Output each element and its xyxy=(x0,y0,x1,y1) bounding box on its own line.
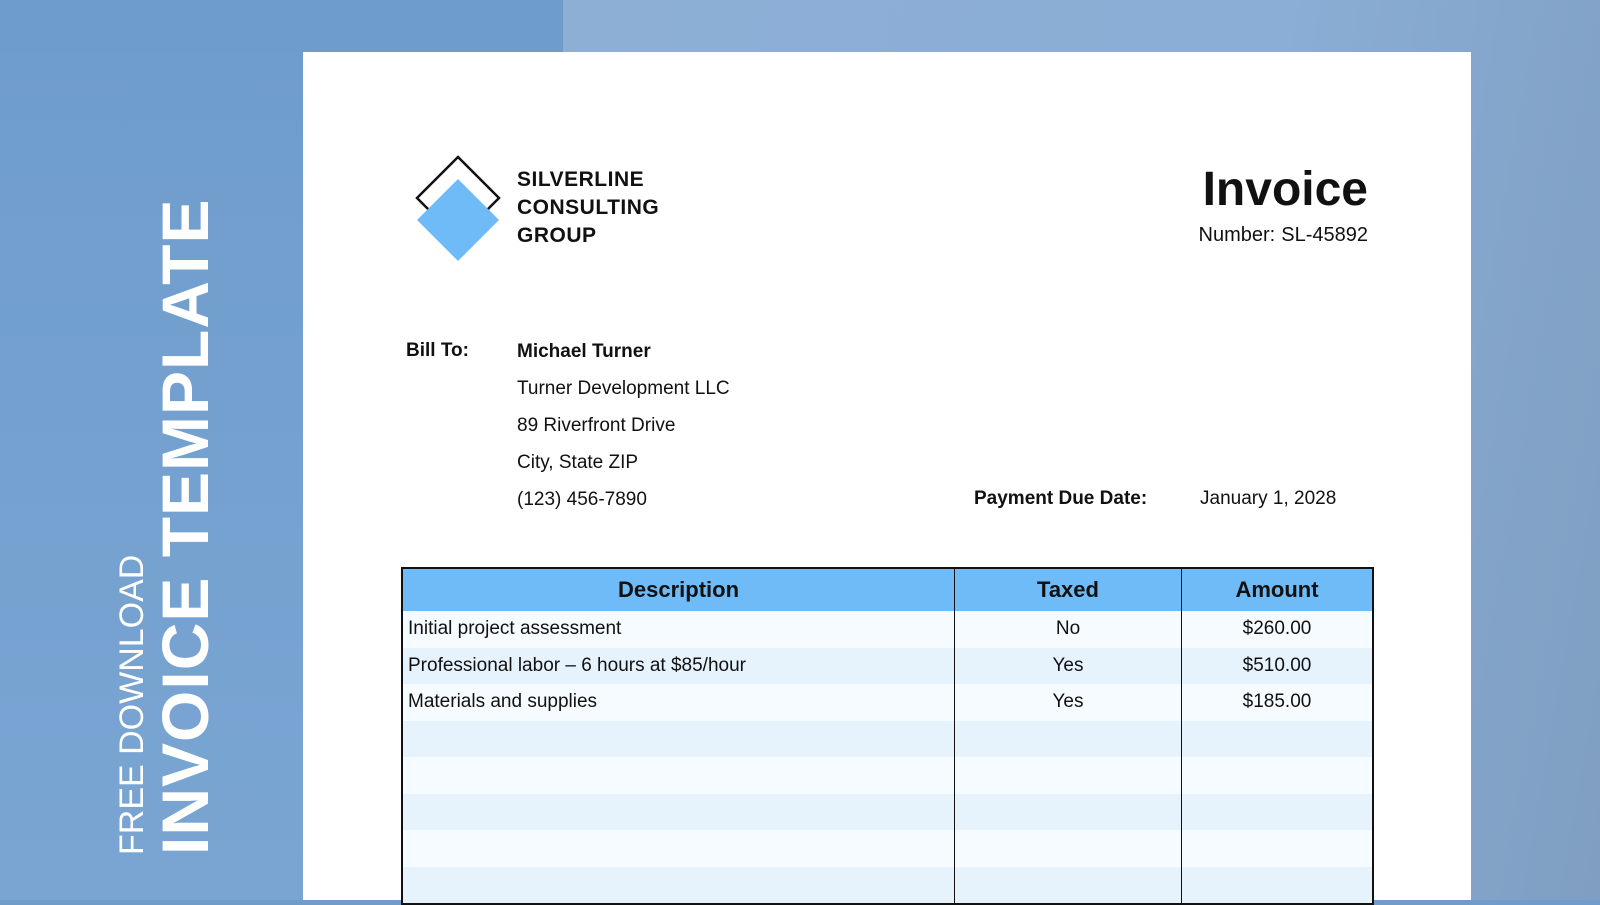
invoice-number: Number: SL-45892 xyxy=(1199,224,1368,247)
payment-due-date: January 1, 2028 xyxy=(1200,488,1337,509)
cell-description: Professional labor – 6 hours at $85/hour xyxy=(402,647,955,684)
table-row xyxy=(402,720,1374,758)
cell-description xyxy=(402,757,955,794)
table-row: Initial project assessment No $260.00 xyxy=(402,611,1373,648)
cell-description xyxy=(402,866,955,904)
cell-taxed xyxy=(954,866,1182,904)
cell-taxed: No xyxy=(954,611,1182,648)
cell-taxed xyxy=(954,830,1182,867)
banner-line-1: FREE DOWNLOAD xyxy=(113,554,151,855)
bill-to-phone: (123) 456-7890 xyxy=(517,489,647,510)
header-amount: Amount xyxy=(1181,568,1373,611)
header-taxed: Taxed xyxy=(954,568,1182,611)
bill-to-block: Michael Turner Turner Development LLC 89… xyxy=(517,340,730,525)
cell-description xyxy=(402,720,955,757)
company-name-line: SILVERLINE xyxy=(517,168,645,191)
cell-description xyxy=(402,793,955,830)
cell-amount xyxy=(1182,830,1374,867)
table-row xyxy=(402,793,1374,831)
cell-description: Initial project assessment xyxy=(402,611,955,648)
cell-amount xyxy=(1182,757,1374,794)
invoice-number-value: SL-45892 xyxy=(1281,224,1368,246)
company-name-line: GROUP xyxy=(517,224,597,247)
cell-amount: $185.00 xyxy=(1242,691,1312,713)
invoice-page: SILVERLINE CONSULTING GROUP Invoice Numb… xyxy=(303,52,1471,905)
bill-to-company: Turner Development LLC xyxy=(517,378,730,399)
bill-to-city: City, State ZIP xyxy=(517,452,639,473)
table-row: Professional labor – 6 hours at $85/hour… xyxy=(402,647,1373,684)
cell-taxed: Yes xyxy=(954,684,1182,721)
table-row: Materials and supplies Yes $185.00 xyxy=(402,684,1373,721)
company-name: SILVERLINE CONSULTING GROUP xyxy=(517,166,659,250)
cell-description: Materials and supplies xyxy=(402,684,955,721)
side-banner: FREE DOWNLOAD INVOICE TEMPLATE xyxy=(112,198,222,855)
bill-to-label: Bill To: xyxy=(406,340,469,361)
table-row xyxy=(402,757,1373,794)
cell-amount xyxy=(1182,721,1374,758)
line-items-table: Description Taxed Amount Initial project… xyxy=(401,567,1374,905)
cell-taxed xyxy=(954,720,1182,757)
table-row xyxy=(402,866,1374,905)
header-description: Description xyxy=(402,568,955,611)
company-name-line: CONSULTING xyxy=(517,196,660,219)
cell-amount xyxy=(1182,794,1374,831)
cell-taxed: Yes xyxy=(954,647,1182,684)
invoice-number-label: Number: xyxy=(1198,224,1276,246)
table-row xyxy=(402,830,1373,867)
bill-to-address: 89 Riverfront Drive xyxy=(517,415,676,436)
bill-to-name: Michael Turner xyxy=(517,341,651,362)
cell-taxed xyxy=(954,793,1182,830)
cell-amount: $260.00 xyxy=(1242,618,1312,640)
cell-taxed xyxy=(954,757,1182,794)
cell-amount: $510.00 xyxy=(1242,654,1312,676)
invoice-title: Invoice xyxy=(1202,163,1368,216)
banner-line-2: INVOICE TEMPLATE xyxy=(148,198,222,855)
payment-due-label: Payment Due Date: xyxy=(974,488,1148,509)
cell-amount xyxy=(1182,867,1374,905)
cell-description xyxy=(402,830,955,867)
table-header-row: Description Taxed Amount xyxy=(402,568,1373,611)
diamond-logo-icon xyxy=(415,155,501,261)
